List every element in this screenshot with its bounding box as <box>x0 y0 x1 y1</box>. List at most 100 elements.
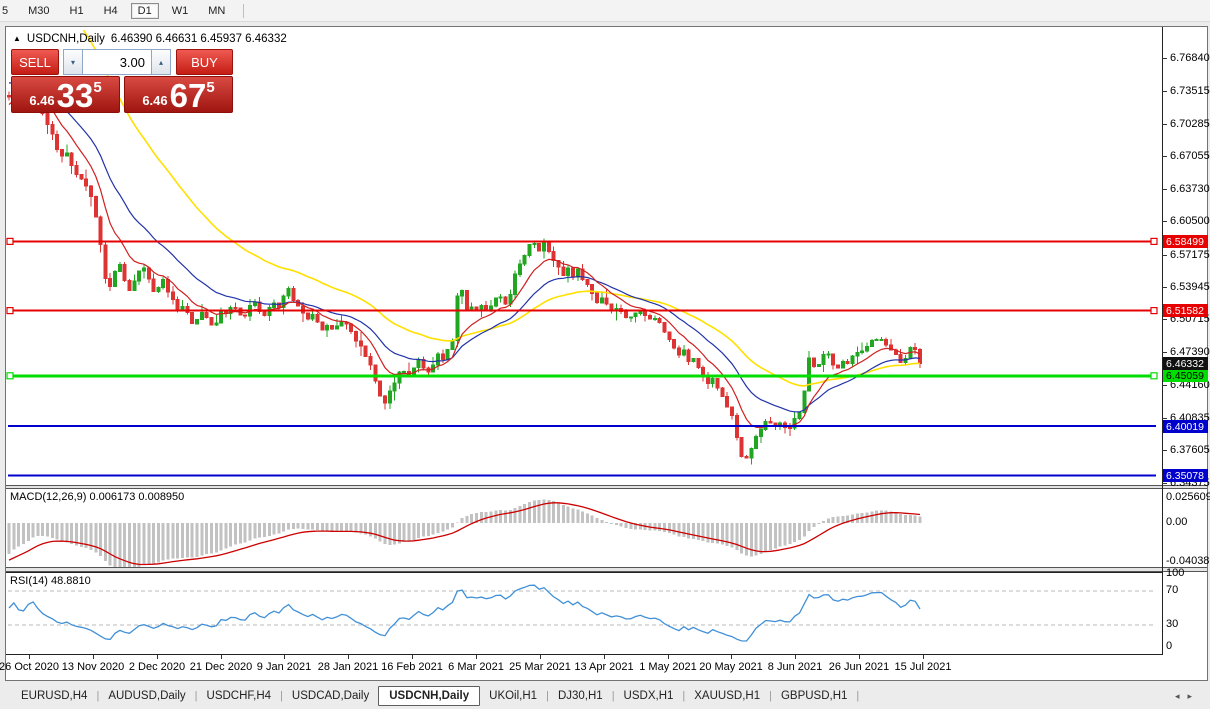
volume-decrease-button[interactable]: ▾ <box>63 49 82 75</box>
tab-usdcad-daily[interactable]: USDCAD,Daily <box>283 686 378 706</box>
candle-body <box>691 358 696 362</box>
tab-dj30-h1[interactable]: DJ30,H1 <box>549 686 612 706</box>
candle-body <box>595 292 599 304</box>
macd-histogram-bar <box>171 523 175 559</box>
sell-price-big: 33 <box>56 76 94 114</box>
sell-price-pipette: 5 <box>93 79 102 96</box>
candle-body <box>156 286 161 293</box>
macd-histogram-bar <box>513 508 517 523</box>
macd-histogram-bar <box>17 523 21 547</box>
timeframe-button-d1[interactable]: D1 <box>130 2 159 19</box>
macd-histogram-bar <box>70 523 74 544</box>
candle-body <box>628 316 633 319</box>
candle-body <box>879 339 884 341</box>
buy-price-panel[interactable]: 6.46 67 5 <box>124 76 233 113</box>
collapse-arrow-icon[interactable]: ▲ <box>13 34 21 43</box>
macd-histogram-bar <box>908 515 912 523</box>
candle-body <box>855 351 860 357</box>
price-tick-mark <box>1162 58 1167 59</box>
timeframe-button-m30[interactable]: M30 <box>21 3 56 19</box>
candle-body <box>402 370 407 373</box>
macd-histogram-bar <box>460 517 464 523</box>
macd-histogram-bar <box>248 523 252 541</box>
macd-histogram-bar <box>238 523 242 544</box>
tab-eurusd-h4[interactable]: EURUSD,H4 <box>12 686 96 706</box>
tab-usdx-h1[interactable]: USDX,H1 <box>615 686 683 706</box>
timeframe-button-5[interactable]: 5 <box>0 3 15 19</box>
candle-body <box>69 152 74 167</box>
candle-body <box>354 330 358 342</box>
tab-gbpusd-h1[interactable]: GBPUSD,H1 <box>772 686 856 706</box>
macd-histogram-bar <box>865 512 869 523</box>
macd-rsi-splitter[interactable] <box>6 567 1207 572</box>
date-label: 20 May 2021 <box>699 661 763 673</box>
toolbar-separator <box>243 3 245 18</box>
buy-price-prefix: 6.46 <box>142 93 168 108</box>
timeframe-button-h1[interactable]: H1 <box>63 3 91 19</box>
buy-button[interactable]: BUY <box>176 49 233 75</box>
candle-body <box>773 422 778 426</box>
buy-price-big: 67 <box>169 76 207 114</box>
candle-body <box>243 314 248 317</box>
price-tick-mark <box>1162 156 1167 157</box>
candle-body <box>305 312 310 320</box>
chart-macd-splitter[interactable] <box>6 485 1207 489</box>
macd-histogram-bar <box>899 513 903 523</box>
candle-body <box>918 349 922 364</box>
candle-body <box>850 355 855 364</box>
candle-body <box>575 268 580 278</box>
macd-histogram-bar <box>764 523 768 552</box>
candle-body <box>869 340 874 348</box>
tab-usdchf-h4[interactable]: USDCHF,H4 <box>198 686 281 706</box>
candle-body <box>662 321 667 333</box>
date-tick-mark <box>348 655 349 659</box>
candle-body <box>50 124 55 135</box>
candle-body <box>199 311 204 321</box>
macd-histogram-bar <box>735 523 739 551</box>
candle-body <box>633 312 638 318</box>
macd-histogram-bar <box>836 516 840 523</box>
sell-price-panel[interactable]: 6.46 33 5 <box>11 76 120 113</box>
macd-histogram-bar <box>60 523 64 542</box>
macd-histogram-bar <box>31 523 35 538</box>
price-tick-label: 6.53945 <box>1170 281 1210 293</box>
volume-input[interactable] <box>82 49 152 75</box>
macd-histogram-bar <box>851 514 854 523</box>
candle-body <box>445 348 450 360</box>
timeframe-button-w1[interactable]: W1 <box>165 3 196 19</box>
tab-audusd-daily[interactable]: AUDUSD,Daily <box>99 686 194 706</box>
macd-histogram-bar <box>701 523 705 541</box>
macd-histogram-bar <box>55 523 59 540</box>
macd-histogram-bar <box>325 523 329 532</box>
rsi-indicator-chart[interactable] <box>6 572 1162 655</box>
candle-body <box>214 322 219 326</box>
candle-body <box>816 364 821 368</box>
tab-usdcnh-daily[interactable]: USDCNH,Daily <box>378 686 481 706</box>
macd-histogram-bar <box>783 523 787 546</box>
date-tick-mark <box>795 655 796 659</box>
macd-histogram-bar <box>696 523 700 540</box>
candle-body <box>739 436 744 457</box>
tab-xauusd-h1[interactable]: XAUUSD,H1 <box>685 686 769 706</box>
candle-body <box>108 277 113 288</box>
macd-histogram-bar <box>528 502 532 523</box>
macd-histogram-bar <box>894 512 898 523</box>
candle-body <box>730 406 734 417</box>
tab-scroll-left-icon[interactable]: ◂ <box>1175 691 1188 701</box>
level-line-marker <box>1150 237 1158 245</box>
candle-body <box>797 412 802 420</box>
candle-body <box>913 347 918 351</box>
sell-button[interactable]: SELL <box>11 49 59 75</box>
macd-histogram-bar <box>793 523 797 543</box>
timeframe-button-h4[interactable]: H4 <box>97 3 125 19</box>
tab-scroll-right-icon[interactable]: ▸ <box>1187 691 1200 701</box>
timeframe-button-mn[interactable]: MN <box>201 3 232 19</box>
candle-body <box>701 367 706 376</box>
candle-body <box>570 267 575 278</box>
candle-body <box>286 288 291 297</box>
tab-ukoil-h1[interactable]: UKOil,H1 <box>480 686 546 706</box>
volume-increase-button[interactable]: ▴ <box>152 49 171 75</box>
candle-body <box>522 255 527 265</box>
macd-histogram-bar <box>446 523 450 530</box>
price-tick-label: 6.70285 <box>1170 118 1210 130</box>
